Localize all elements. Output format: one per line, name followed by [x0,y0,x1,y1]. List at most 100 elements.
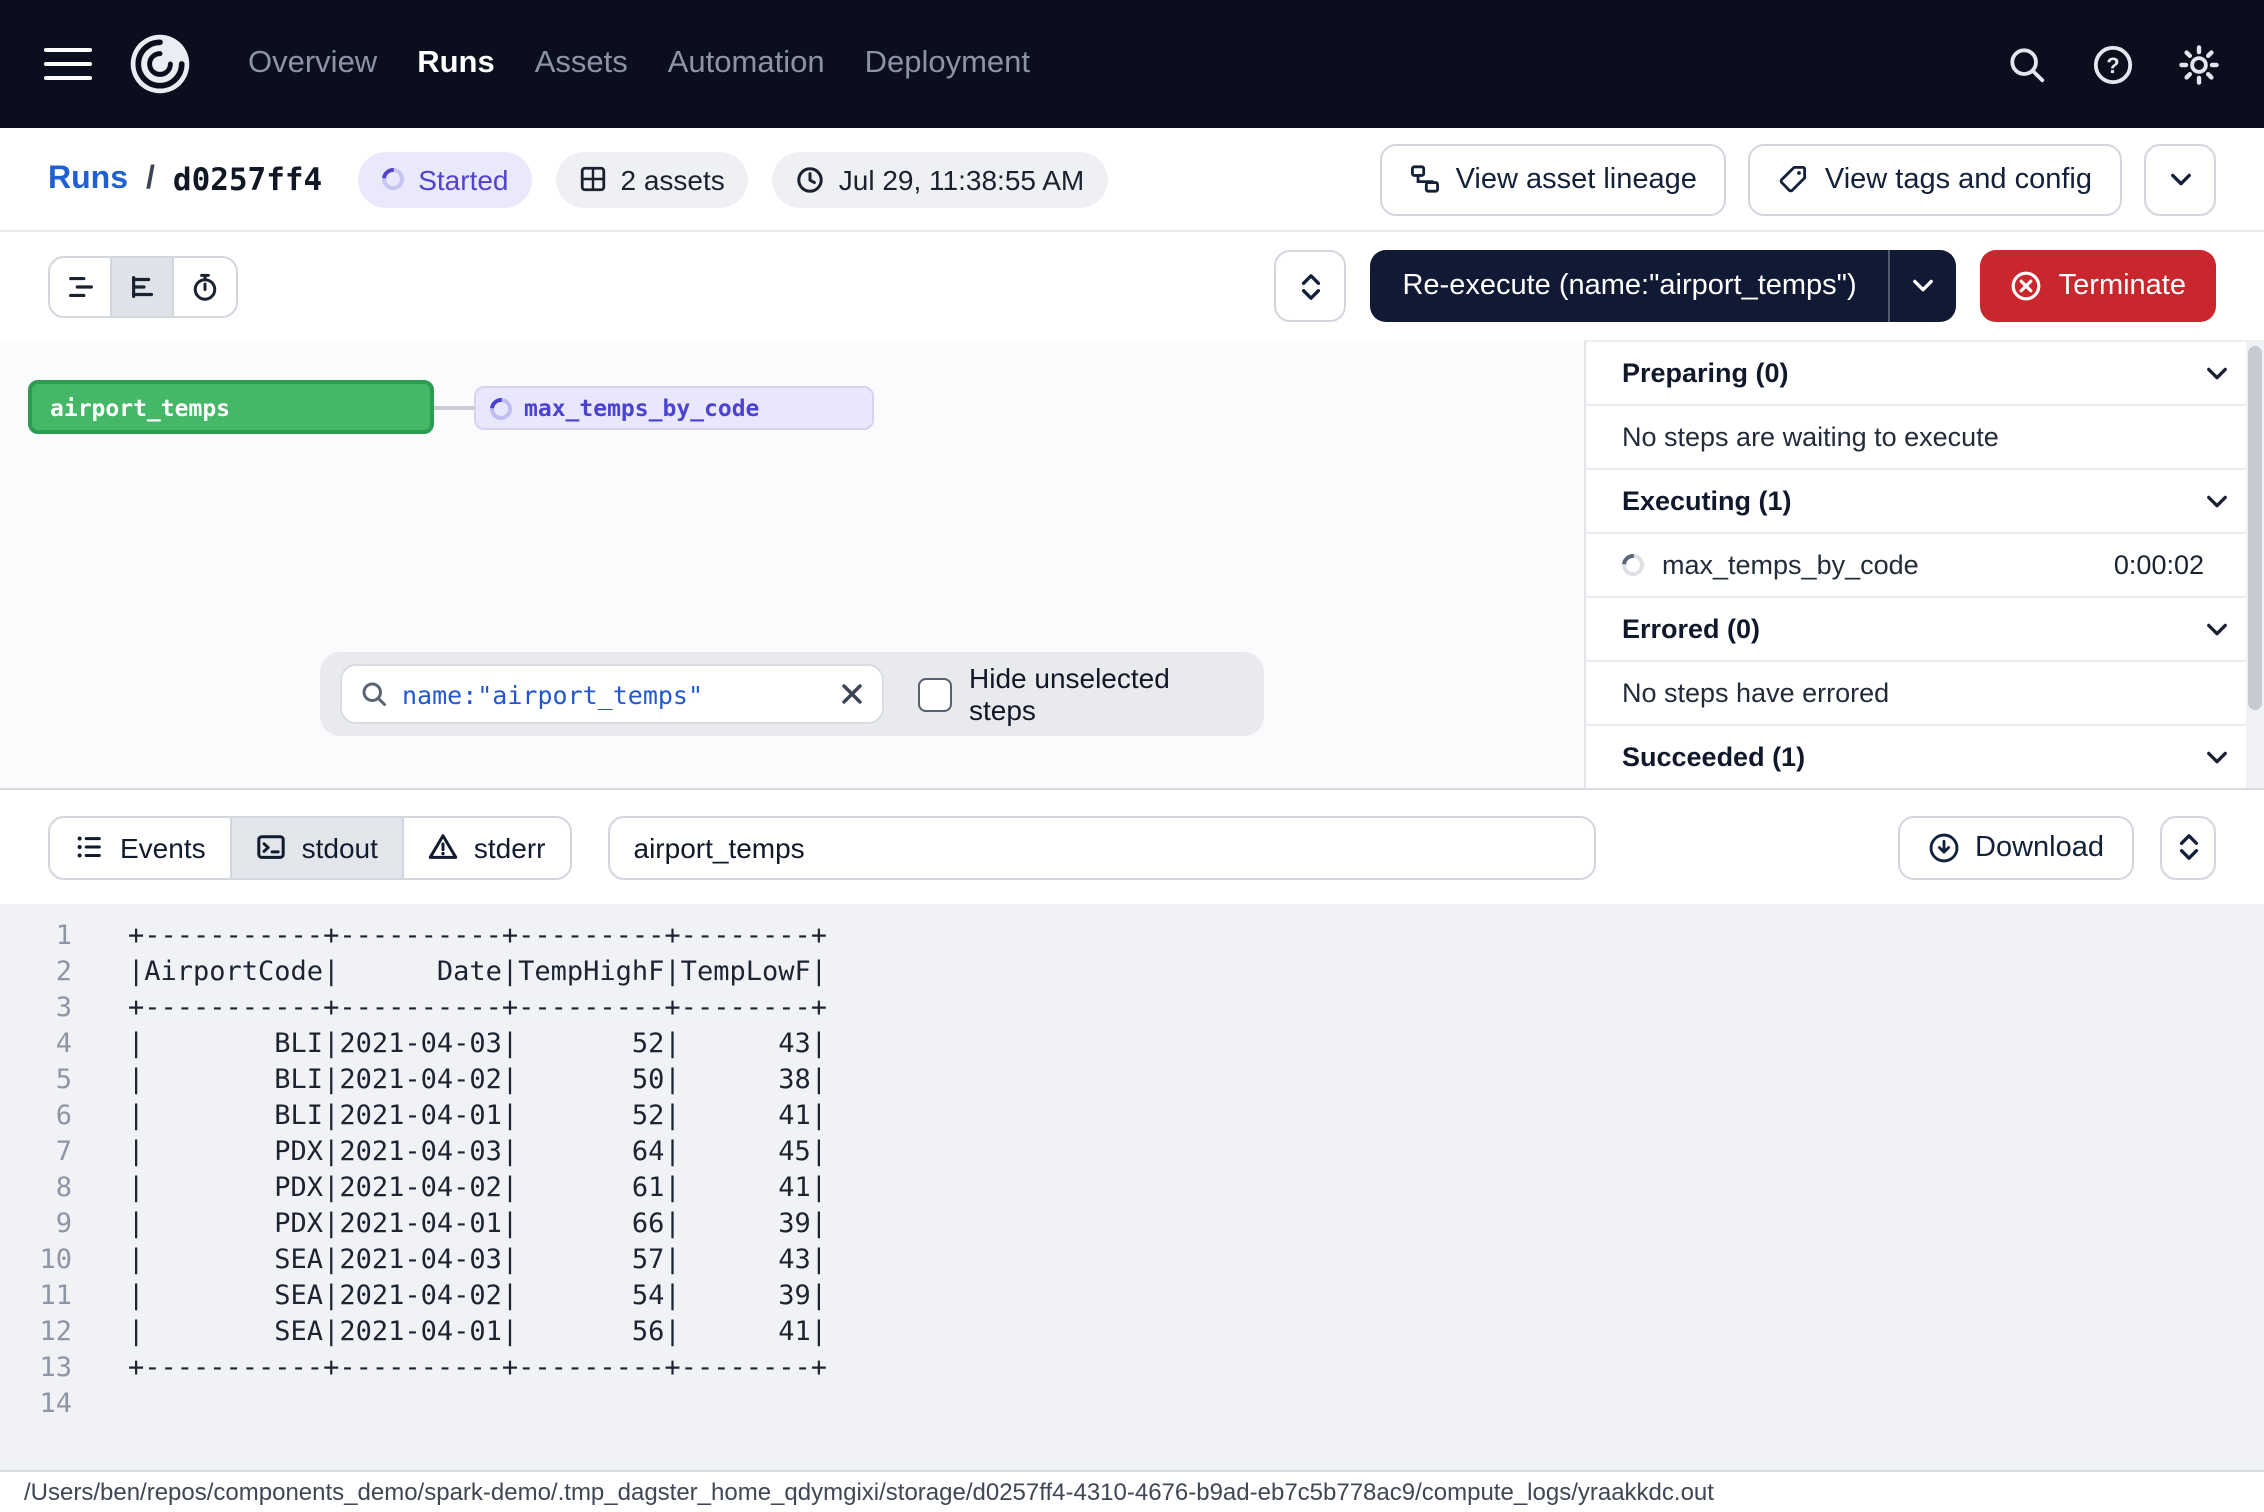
line-text: | SEA|2021-04-03| 57| 43| [128,1242,827,1278]
stdout-log-view[interactable]: 1 +-----------+----------+---------+-----… [0,904,2264,1470]
nav-item-overview[interactable]: Overview [248,46,377,82]
terminal-icon [256,832,286,862]
nav-item-automation[interactable]: Automation [668,46,825,82]
line-number: 13 [0,1350,72,1386]
run-header: Runs / d0257ff4 Started 2 assets Jul 29,… [0,128,2264,232]
run-toolbar-actions: Re-execute (name:"airport_temps") Termin… [1274,250,2216,322]
top-nav: Overview Runs Assets Automation Deployme… [0,0,2264,128]
log-line: 9 | PDX|2021-04-01| 66| 39| [0,1206,2264,1242]
lineage-icon [1410,164,1440,194]
line-number: 9 [0,1206,72,1242]
breadcrumb-separator: / [146,161,155,197]
line-number: 1 [0,918,72,954]
step-filter-input[interactable] [402,679,825,709]
section-succeeded-header[interactable]: Succeeded (1) [1586,726,2264,788]
run-timestamp-badge: Jul 29, 11:38:55 AM [773,151,1108,207]
spinner-icon [486,393,517,424]
chevron-down-icon [2169,171,2191,187]
log-step-filter-input[interactable] [608,815,1596,879]
terminate-button[interactable]: Terminate [1981,250,2216,322]
log-line: 3+-----------+----------+---------+-----… [0,990,2264,1026]
reexecute-options-button[interactable] [1889,250,1957,322]
log-line: 2|AirportCode| Date|TempHighF|TempLowF| [0,954,2264,990]
tab-stderr-label: stderr [474,831,546,863]
run-timestamp-label: Jul 29, 11:38:55 AM [839,163,1084,195]
logs-panel: Events stdout stderr Download [0,788,2264,1512]
line-number: 5 [0,1062,72,1098]
terminate-label: Terminate [2059,270,2186,302]
hamburger-menu-icon[interactable] [44,40,92,88]
line-text: | SEA|2021-04-02| 54| 39| [128,1278,827,1314]
gantt-flat-view-button[interactable] [50,257,112,315]
download-label: Download [1975,831,2104,863]
dagster-logo[interactable] [124,28,196,100]
section-errored-header[interactable]: Errored (0) [1586,598,2264,662]
dagster-app: Overview Runs Assets Automation Deployme… [0,0,2264,1512]
line-number: 12 [0,1314,72,1350]
help-icon[interactable]: ? [2092,43,2134,85]
empty-state-text: No steps have errored [1622,678,1889,708]
line-text: | PDX|2021-04-02| 61| 41| [128,1170,827,1206]
log-line: 13+-----------+----------+---------+----… [0,1350,2264,1386]
search-icon[interactable] [2006,43,2048,85]
assets-count-badge[interactable]: 2 assets [557,151,749,207]
line-text: | SEA|2021-04-01| 56| 41| [128,1314,827,1350]
zoom-fit-button[interactable] [1274,250,1346,322]
hide-unselected-checkbox[interactable] [917,677,951,711]
logs-toolbar: Events stdout stderr Download [0,790,2264,904]
view-tags-config-label: View tags and config [1825,163,2092,195]
log-line: 11| SEA|2021-04-02| 54| 39| [0,1278,2264,1314]
breadcrumb-runs-link[interactable]: Runs [48,161,128,197]
executing-step-row[interactable]: max_temps_by_code 0:00:02 [1586,534,2264,598]
run-more-actions-button[interactable] [2144,143,2216,215]
gantt-waterfall-view-button[interactable] [112,257,174,315]
nav-item-runs[interactable]: Runs [417,46,495,82]
line-number: 8 [0,1170,72,1206]
reexecute-button[interactable]: Re-execute (name:"airport_temps") [1370,250,1888,322]
download-button[interactable]: Download [1897,815,2134,879]
run-status-label: Started [418,163,508,195]
scrollbar-thumb[interactable] [2248,346,2262,710]
topnav-actions: ? [2006,43,2220,85]
gear-icon[interactable] [2178,43,2220,85]
waterfall-view-icon [127,271,157,301]
nav-item-assets[interactable]: Assets [535,46,628,82]
line-text: | BLI|2021-04-03| 52| 43| [128,1026,827,1062]
section-title: Succeeded (1) [1622,742,1805,772]
section-executing-header[interactable]: Executing (1) [1586,470,2264,534]
dagster-logo-icon [126,30,194,98]
gantt-timing-view-button[interactable] [174,257,236,315]
executing-elapsed-time: 0:00:02 [2114,550,2204,580]
hide-unselected-label: Hide unselected steps [969,662,1244,726]
tag-icon [1779,164,1809,194]
line-number: 14 [0,1386,72,1422]
view-tags-config-button[interactable]: View tags and config [1749,143,2122,215]
log-line: 5| BLI|2021-04-02| 50| 38| [0,1062,2264,1098]
logs-toolbar-actions: Download [1897,815,2216,879]
view-asset-lineage-button[interactable]: View asset lineage [1380,143,1727,215]
line-text: +-----------+----------+---------+------… [128,990,827,1026]
line-text: | PDX|2021-04-01| 66| 39| [128,1206,827,1242]
log-line: 1+-----------+----------+---------+-----… [0,918,2264,954]
expand-logs-button[interactable] [2160,815,2216,879]
clear-filter-icon[interactable] [839,682,863,706]
run-step-graph[interactable]: airport_temps max_temps_by_code Hide uns… [0,340,1584,788]
grid-icon [581,166,607,192]
line-number: 4 [0,1026,72,1062]
tab-stdout[interactable]: stdout [232,817,404,877]
run-toolbar: Re-execute (name:"airport_temps") Termin… [0,232,2264,340]
warning-icon [428,832,458,862]
view-asset-lineage-label: View asset lineage [1456,163,1697,195]
reexecute-split-button: Re-execute (name:"airport_temps") [1370,250,1956,322]
tab-stderr[interactable]: stderr [404,817,570,877]
step-node-max-temps-by-code[interactable]: max_temps_by_code [474,386,874,430]
section-preparing-header[interactable]: Preparing (0) [1586,342,2264,406]
updown-chevrons-icon [2175,832,2201,862]
chevron-down-icon [2206,621,2228,637]
section-title: Errored (0) [1622,614,1760,644]
tab-events[interactable]: Events [50,817,232,877]
log-line: 14 [0,1386,2264,1422]
nav-item-deployment[interactable]: Deployment [865,46,1030,82]
log-line: 7| PDX|2021-04-03| 64| 45| [0,1134,2264,1170]
step-node-airport-temps[interactable]: airport_temps [28,380,434,434]
